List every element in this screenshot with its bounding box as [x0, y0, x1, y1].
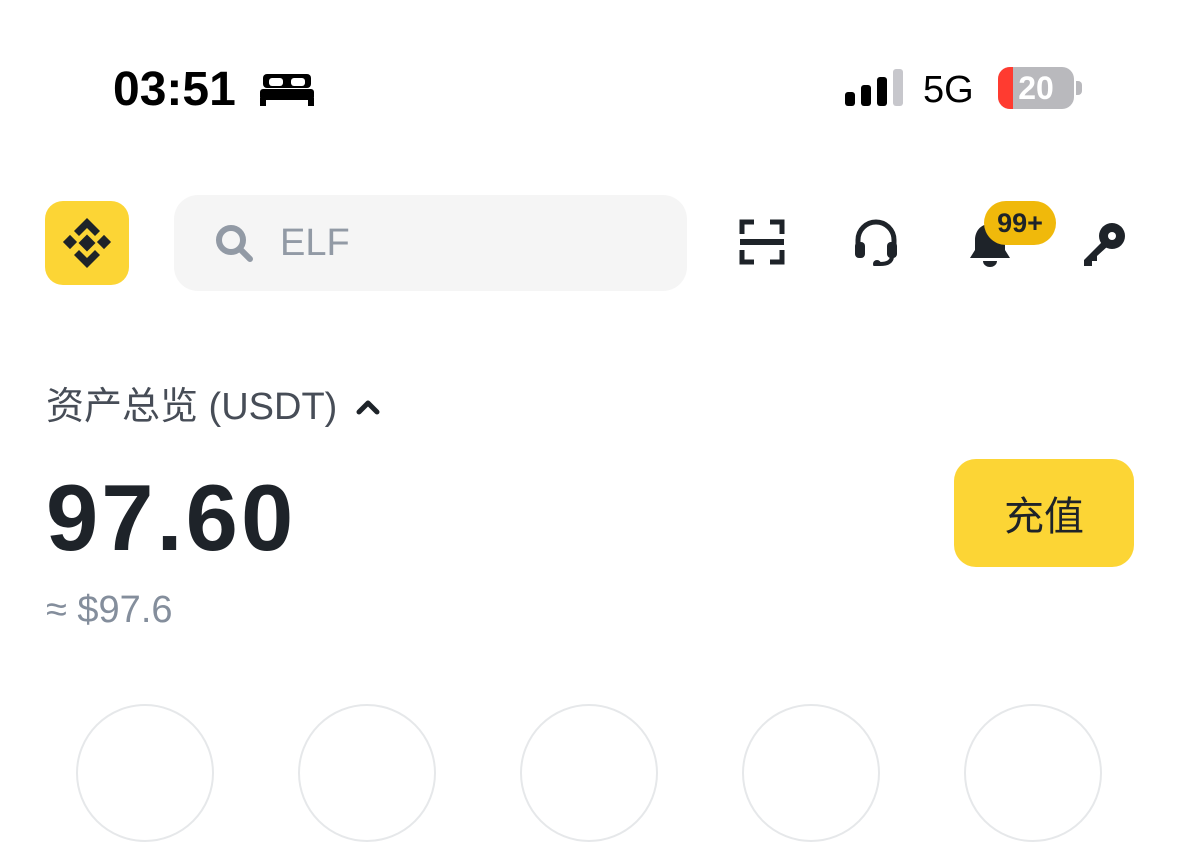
chevron-up-icon: [356, 400, 380, 415]
notification-badge: 99+: [984, 201, 1056, 245]
headset-icon[interactable]: [852, 218, 900, 266]
scan-icon[interactable]: [738, 218, 786, 266]
shortcut-button[interactable]: [298, 704, 436, 842]
battery-indicator: 20: [998, 67, 1074, 109]
search-icon: [216, 225, 253, 262]
shortcut-button[interactable]: [520, 704, 658, 842]
search-placeholder: ELF: [280, 221, 350, 264]
sleep-mode-icon: [260, 74, 314, 106]
network-type: 5G: [923, 69, 974, 111]
shortcut-button[interactable]: [964, 704, 1102, 842]
battery-percent: 20: [1018, 70, 1054, 106]
shortcut-button[interactable]: [76, 704, 214, 842]
shortcut-button[interactable]: [742, 704, 880, 842]
balance-label: 资产总览 (USDT): [46, 386, 338, 428]
binance-logo-icon[interactable]: [45, 201, 129, 285]
search-input[interactable]: ELF: [174, 195, 687, 291]
status-time: 03:51: [113, 63, 236, 116]
battery-cap: [1076, 81, 1082, 95]
cellular-signal-icon: [845, 69, 903, 106]
balance-label-toggle[interactable]: 资产总览 (USDT): [46, 382, 381, 432]
binance-diamond-icon: [62, 218, 112, 268]
deposit-button[interactable]: 充值: [954, 459, 1134, 567]
key-icon[interactable]: [1080, 220, 1128, 268]
balance-amount: 97.60: [46, 465, 297, 570]
balance-fiat-value: ≈ $97.6: [46, 589, 173, 631]
